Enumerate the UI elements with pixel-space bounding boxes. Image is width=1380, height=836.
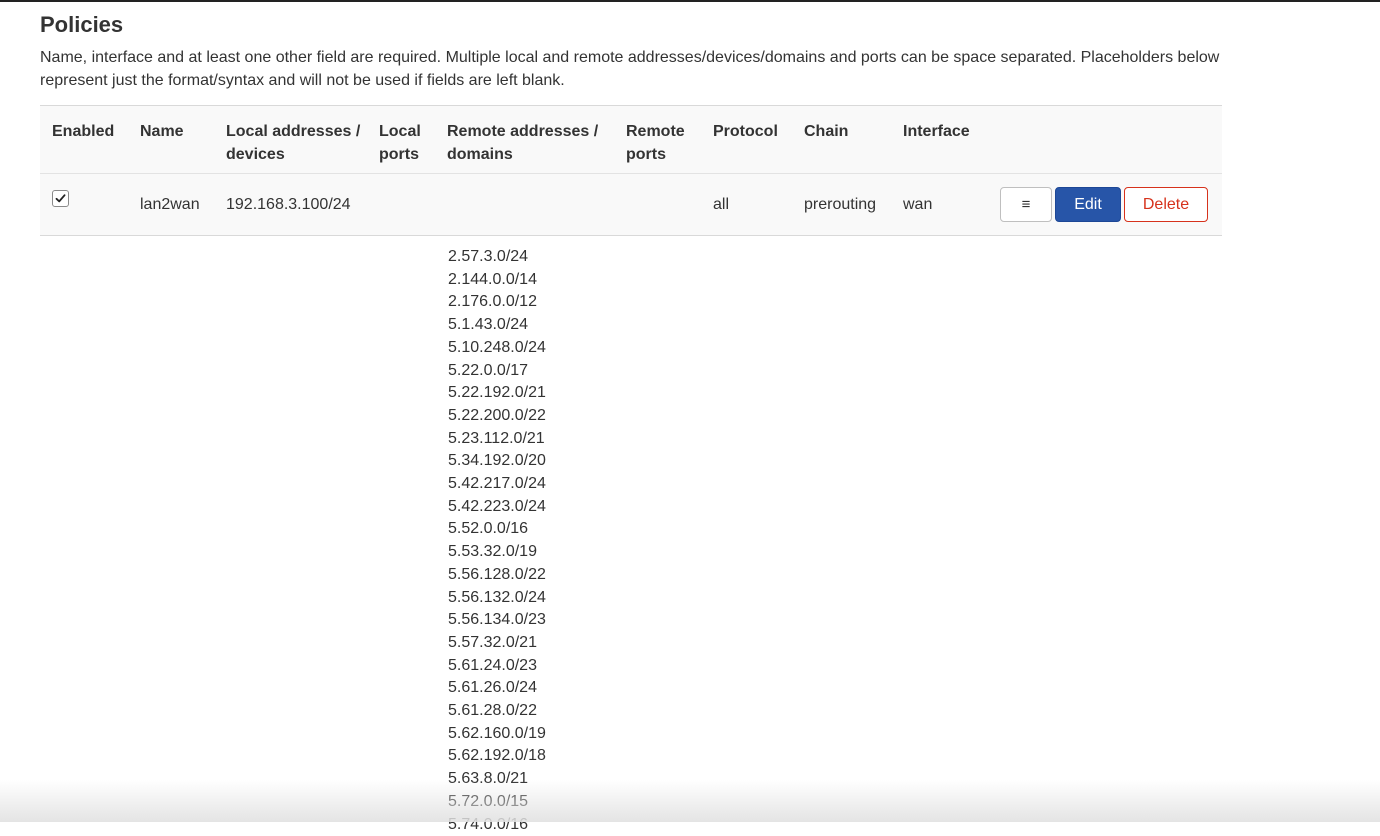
list-item: 5.56.134.0/23 — [448, 611, 546, 629]
list-item: 5.1.43.0/24 — [448, 316, 529, 334]
list-item: 5.61.28.0/22 — [448, 702, 537, 720]
list-item: 5.61.26.0/24 — [448, 679, 537, 697]
section-title: Policies — [40, 12, 124, 37]
list-item: 5.23.112.0/21 — [448, 429, 545, 447]
policies-section: Policies Name, interface and at least on… — [40, 10, 1222, 236]
list-item: 5.22.200.0/22 — [448, 406, 546, 424]
table-header-row: Enabled Name Local addresses / devices L… — [40, 106, 1222, 174]
header-remote-ports: Remote ports — [626, 123, 685, 163]
delete-button[interactable]: Delete — [1124, 187, 1208, 222]
list-item: 5.62.160.0/19 — [448, 724, 546, 742]
list-item: 5.56.128.0/22 — [448, 565, 546, 583]
edit-button[interactable]: Edit — [1055, 187, 1121, 222]
enabled-cell — [40, 190, 128, 216]
remote-address-list: 2.57.3.0/24 2.144.0.0/14 2.176.0.0/12 5.1.4… — [448, 246, 546, 836]
list-item: 5.42.223.0/24 — [448, 497, 546, 515]
header-actions — [988, 106, 1222, 173]
list-item: 5.62.192.0/18 — [448, 747, 546, 765]
list-item: 5.56.132.0/24 — [448, 588, 546, 606]
list-item: 5.42.217.0/24 — [448, 475, 546, 493]
header-local-ports: Local ports — [379, 123, 421, 163]
list-item: 5.52.0.0/16 — [448, 520, 529, 538]
section-description: Name, interface and at least one other f… — [40, 49, 1220, 89]
enabled-checkbox[interactable] — [52, 190, 69, 207]
list-item: 5.72.0.0/15 — [448, 792, 529, 810]
list-item: 2.176.0.0/12 — [448, 293, 537, 311]
list-item: 2.57.3.0/24 — [448, 248, 529, 265]
policy-chain: prerouting — [804, 196, 877, 213]
policy-name: lan2wan — [140, 196, 200, 213]
hamburger-menu-icon[interactable]: ≡ — [1000, 187, 1052, 222]
list-item: 5.34.192.0/20 — [448, 452, 546, 470]
header-chain: Chain — [804, 123, 849, 140]
header-protocol: Protocol — [713, 123, 778, 140]
list-item: 5.63.8.0/21 — [448, 770, 529, 788]
list-item: 5.53.32.0/19 — [448, 543, 537, 561]
list-item: 5.74.0.0/16 — [448, 815, 529, 833]
checkmark-icon — [55, 194, 66, 203]
header-enabled: Enabled — [52, 123, 115, 140]
row-actions: ≡ Edit Delete — [988, 187, 1222, 222]
list-item: 5.61.24.0/23 — [448, 656, 537, 674]
bottom-fade — [0, 780, 1380, 822]
policy-local-addresses: 192.168.3.100/24 — [226, 196, 351, 213]
header-local-addresses: Local addresses / devices — [226, 123, 361, 163]
policies-table: Enabled Name Local addresses / devices L… — [40, 105, 1222, 236]
list-item: 2.144.0.0/14 — [448, 270, 537, 288]
policy-protocol: all — [713, 196, 730, 213]
policy-interface: wan — [903, 196, 933, 213]
top-border — [0, 0, 1380, 2]
table-row: lan2wan 192.168.3.100/24 all prerouting … — [40, 174, 1222, 236]
list-item: 5.57.32.0/21 — [448, 633, 537, 651]
header-name: Name — [140, 123, 184, 140]
header-remote-addresses: Remote addresses / domains — [447, 123, 599, 163]
header-interface: Interface — [903, 123, 970, 140]
list-item: 5.22.0.0/17 — [448, 361, 529, 379]
list-item: 5.22.192.0/21 — [448, 384, 546, 402]
list-item: 5.10.248.0/24 — [448, 338, 546, 356]
